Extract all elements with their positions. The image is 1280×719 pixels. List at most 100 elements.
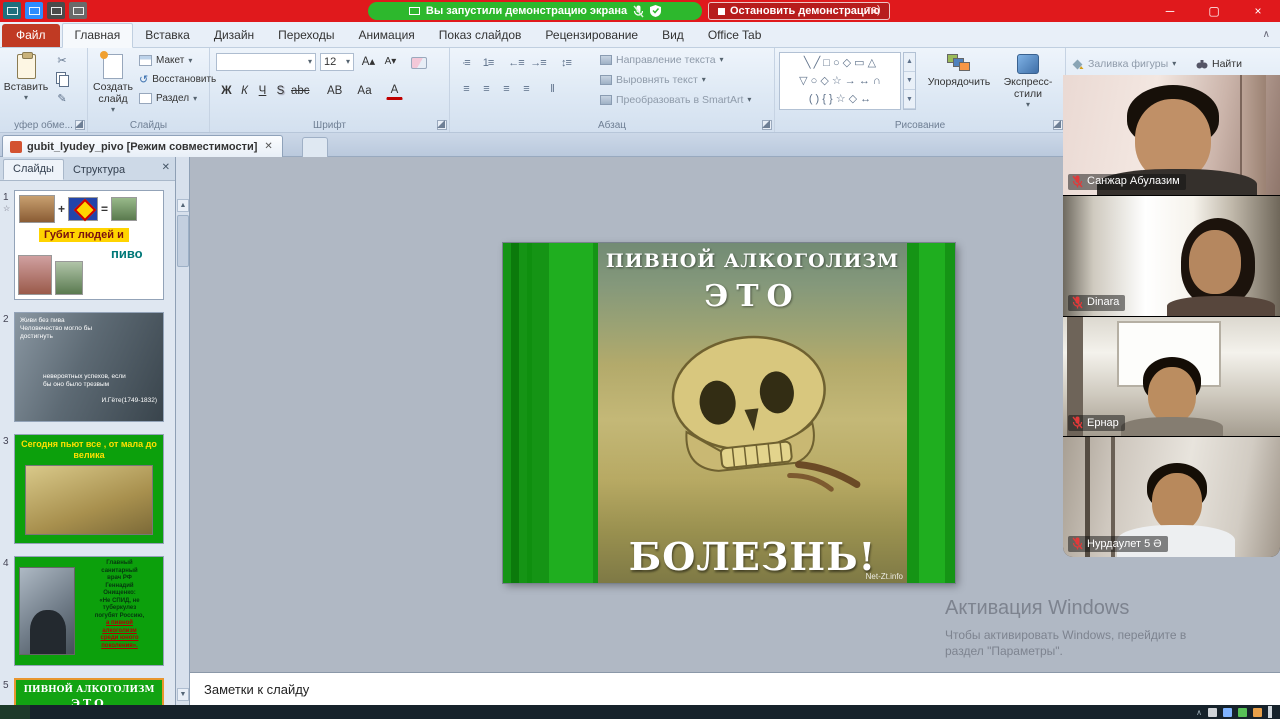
participant-name-label: Dinara (1068, 295, 1125, 311)
volume-icon[interactable] (47, 2, 65, 19)
shapes-more-icon[interactable]: ▼ (904, 90, 915, 109)
dialog-launcher-icon[interactable] (437, 120, 447, 130)
reset-button[interactable]: ↺Восстановить (136, 70, 219, 89)
text-direction-icon (600, 55, 612, 65)
scroll-up-icon[interactable]: ▲ (904, 53, 915, 72)
tab-animations[interactable]: Анимация (346, 24, 426, 47)
document-tab-stub[interactable] (302, 137, 328, 157)
cut-icon[interactable]: ✂ (54, 52, 70, 68)
tab-slideshow[interactable]: Показ слайдов (427, 24, 534, 47)
show-desktop-button[interactable] (1268, 706, 1272, 718)
arrange-button[interactable]: Упорядочить (927, 50, 991, 89)
close-pane-icon[interactable]: ✕ (162, 162, 170, 173)
scroll-down-icon[interactable]: ▼ (904, 72, 915, 91)
document-tab[interactable]: gubit_lyudey_pivo [Режим совместимости] … (2, 135, 283, 157)
find-button[interactable]: Найти (1196, 58, 1242, 70)
scroll-up-icon[interactable]: ▲ (177, 199, 189, 212)
section-button[interactable]: Раздел▾ (136, 89, 219, 108)
collapse-ribbon-icon[interactable]: ∧ (1263, 29, 1270, 40)
tab-home[interactable]: Главная (62, 23, 134, 48)
numbering-icon[interactable]: 1≡ (478, 54, 498, 72)
shapes-row[interactable]: ▽ ○ ◇ ☆ → ↔ ∩ (780, 71, 900, 89)
scrollbar-thumb[interactable] (177, 215, 189, 267)
quick-styles-button[interactable]: Экспресс-стили ▾ (995, 50, 1061, 109)
bold-button[interactable]: Ж (218, 82, 235, 100)
tab-office-tab[interactable]: Office Tab (696, 24, 774, 47)
participant-video-3[interactable]: Ернар (1063, 317, 1280, 438)
italic-button[interactable]: К (236, 82, 253, 100)
thumbnails-scrollbar[interactable]: ▲ ▼ (176, 157, 190, 705)
new-slide-button[interactable]: Создать слайд ▾ (90, 50, 136, 114)
tab-outline[interactable]: Структура (64, 161, 134, 180)
grow-font-button[interactable]: А▴ (360, 52, 377, 70)
shrink-font-button[interactable]: А▾ (382, 52, 399, 70)
increase-indent-icon[interactable]: →≡ (528, 54, 548, 72)
monitor-icon[interactable] (3, 2, 21, 19)
shape-fill-button[interactable]: Заливка фигуры ▾ (1072, 58, 1176, 70)
tray-expand-icon[interactable]: ∧ (1196, 708, 1202, 717)
dialog-launcher-icon[interactable] (75, 120, 85, 130)
dialog-launcher-icon[interactable] (762, 120, 772, 130)
tray-icon[interactable] (1208, 708, 1217, 717)
notes-pane[interactable]: Заметки к слайду (190, 672, 1280, 705)
stop-share-button[interactable]: Остановить демонстрацию (708, 2, 890, 20)
camera-icon[interactable] (25, 2, 43, 19)
decrease-indent-icon[interactable]: ←≡ (506, 54, 526, 72)
align-left-icon[interactable]: ≡ (456, 80, 476, 98)
bullets-icon[interactable]: ∙≡ (456, 54, 476, 72)
scroll-down-icon[interactable]: ▼ (177, 688, 189, 701)
tray-icon[interactable] (1238, 708, 1247, 717)
maximize-button[interactable]: ▢ (1192, 0, 1236, 22)
tab-review[interactable]: Рецензирование (533, 24, 650, 47)
shapes-row[interactable]: ( ) { } ☆ ◇ ↔ (780, 89, 900, 107)
line-spacing-icon[interactable]: ↕≡ (556, 54, 576, 72)
align-center-icon[interactable]: ≡ (476, 80, 496, 98)
tab-file[interactable]: Файл (2, 24, 60, 47)
current-slide[interactable]: ПИВНОЙ АЛКОГОЛИЗМ ЭТО (503, 243, 955, 583)
font-name-combo[interactable]: ▾ (216, 53, 316, 71)
participant-video-2[interactable]: Dinara (1063, 196, 1280, 317)
close-document-icon[interactable]: ✕ (262, 141, 274, 152)
smartart-button[interactable]: Преобразовать в SmartArt▾ (600, 94, 751, 106)
shapes-gallery[interactable]: ╲ ╱ □ ○ ◇ ▭ △ ▽ ○ ◇ ☆ → ↔ ∩ ( ) { } ☆ ◇ … (779, 52, 901, 110)
slide-thumbnail-3[interactable]: Сегодня пьют все , от мала до велика (14, 434, 164, 544)
shapes-row[interactable]: ╲ ╱ □ ○ ◇ ▭ △ (780, 53, 900, 71)
participant-video-4[interactable]: Нурдаулет 5 Ә (1063, 437, 1280, 557)
clear-formatting-icon[interactable] (410, 54, 428, 72)
slide-thumbnail-5[interactable]: ПИВНОЙ АЛКОГОЛИЗМ ЭТО (14, 678, 164, 705)
columns-icon[interactable]: ‖ (542, 80, 562, 98)
tab-insert[interactable]: Вставка (133, 24, 202, 47)
participant-video-1[interactable]: Санжар Абулазим (1063, 75, 1280, 196)
underline-button[interactable]: Ч (254, 82, 271, 100)
group-label-drawing: Рисование (775, 120, 1065, 131)
tray-icon[interactable] (1223, 708, 1232, 717)
slide-thumbnail-2[interactable]: Живи без пива Человечество могло бы дост… (14, 312, 164, 422)
paste-button[interactable]: Вставить ▾ (4, 50, 48, 102)
close-button[interactable]: × (1236, 0, 1280, 22)
format-painter-icon[interactable]: ✎ (54, 90, 70, 106)
justify-icon[interactable]: ≡ (516, 80, 536, 98)
slide-thumbnail-1[interactable]: + = Губит людей и пиво (14, 190, 164, 300)
change-case-button[interactable]: Аа (356, 82, 373, 100)
tab-slides-thumbnails[interactable]: Слайды (3, 159, 64, 180)
text-shadow-button[interactable]: S (272, 82, 289, 100)
tab-view[interactable]: Вид (650, 24, 696, 47)
strikethrough-button[interactable]: abc (290, 82, 311, 100)
font-size-combo[interactable]: 12▾ (320, 53, 354, 71)
binoculars-icon (1196, 59, 1208, 69)
slide-thumbnail-4[interactable]: Главный санитарный врач РФ Геннадий Онищ… (14, 556, 164, 666)
tab-design[interactable]: Дизайн (202, 24, 266, 47)
align-text-button[interactable]: Выровнять текст▾ (600, 74, 706, 86)
layout-button[interactable]: Макет▾ (136, 51, 219, 70)
dialog-launcher-icon[interactable] (1053, 120, 1063, 130)
font-color-button[interactable]: А (386, 82, 403, 100)
tab-transitions[interactable]: Переходы (266, 24, 346, 47)
start-button[interactable] (0, 705, 30, 719)
text-direction-button[interactable]: Направление текста▾ (600, 54, 724, 66)
align-right-icon[interactable]: ≡ (496, 80, 516, 98)
tray-icon[interactable] (1253, 708, 1262, 717)
minimize-button[interactable]: ─ (1148, 0, 1192, 22)
menu-icon[interactable] (69, 2, 87, 19)
character-spacing-button[interactable]: АВ (326, 82, 343, 100)
copy-icon[interactable] (54, 71, 70, 87)
